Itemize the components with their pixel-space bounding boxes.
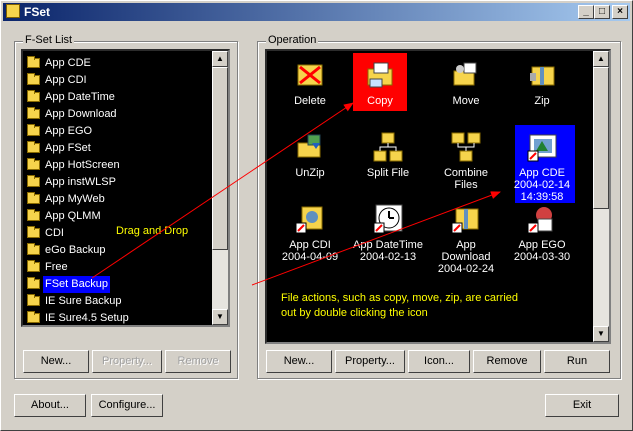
drag-arrows (91, 102, 501, 286)
arrow-to-app-cde (251, 191, 501, 286)
arrow-to-copy (91, 102, 354, 279)
